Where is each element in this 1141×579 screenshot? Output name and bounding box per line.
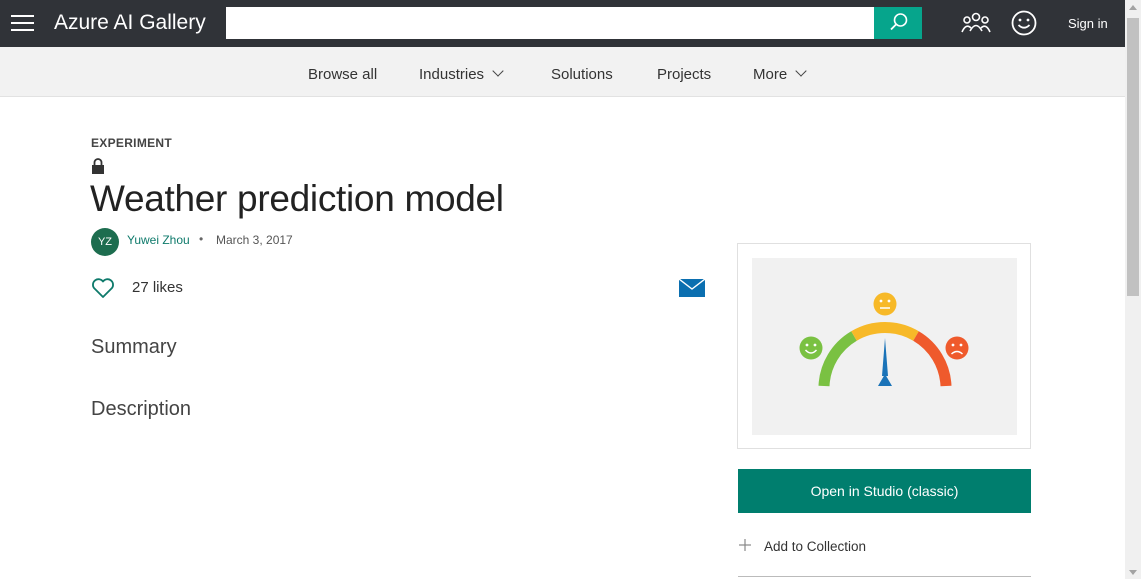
summary-heading: Summary bbox=[91, 336, 177, 358]
nav-projects[interactable]: Projects bbox=[657, 66, 711, 83]
happy-face-icon bbox=[799, 336, 823, 360]
heart-icon[interactable] bbox=[91, 277, 115, 299]
item-type-label: EXPERIMENT bbox=[91, 136, 173, 150]
neutral-face-icon bbox=[873, 292, 897, 316]
chevron-down-icon bbox=[492, 65, 504, 77]
description-heading: Description bbox=[91, 398, 192, 420]
lock-icon bbox=[92, 158, 104, 174]
sign-in-link[interactable]: Sign in bbox=[1068, 16, 1108, 31]
community-icon[interactable] bbox=[961, 10, 991, 36]
search-icon bbox=[890, 13, 908, 31]
search-input[interactable] bbox=[226, 7, 874, 39]
open-in-studio-button[interactable]: Open in Studio (classic) bbox=[738, 469, 1031, 513]
author-link[interactable]: Yuwei Zhou bbox=[127, 233, 190, 247]
nav-more[interactable]: More bbox=[753, 65, 807, 83]
top-bar: Azure AI Gallery Sign in bbox=[0, 0, 1125, 47]
publish-date: March 3, 2017 bbox=[216, 233, 293, 247]
nav-more-label: More bbox=[753, 66, 788, 83]
page-title: Weather prediction model bbox=[90, 178, 504, 219]
sentiment-gauge-illustration bbox=[799, 292, 969, 387]
thumbnail-image bbox=[752, 258, 1017, 435]
nav-solutions-label: Solutions bbox=[551, 66, 613, 83]
brand-title[interactable]: Azure AI Gallery bbox=[54, 11, 206, 35]
feedback-smile-icon[interactable] bbox=[1010, 9, 1038, 37]
scroll-up-arrow-icon[interactable] bbox=[1129, 5, 1137, 10]
nav-projects-label: Projects bbox=[657, 66, 712, 83]
nav-industries-label: Industries bbox=[419, 66, 485, 83]
chevron-down-icon bbox=[795, 65, 807, 77]
thumbnail-card bbox=[737, 243, 1031, 449]
nav-solutions[interactable]: Solutions bbox=[551, 66, 613, 83]
plus-icon[interactable] bbox=[738, 538, 752, 552]
search-button[interactable] bbox=[874, 7, 922, 39]
menu-icon[interactable] bbox=[11, 14, 34, 32]
scroll-down-arrow-icon[interactable] bbox=[1129, 570, 1137, 575]
nav-browse-all[interactable]: Browse all bbox=[308, 66, 377, 83]
meta-separator: • bbox=[199, 232, 204, 246]
add-to-collection-button[interactable]: Add to Collection bbox=[764, 539, 866, 554]
scrollbar-thumb[interactable] bbox=[1127, 18, 1139, 296]
likes-count: 27 likes bbox=[132, 279, 183, 296]
sad-face-icon bbox=[945, 336, 969, 360]
divider bbox=[738, 576, 1031, 577]
nav-industries[interactable]: Industries bbox=[419, 65, 504, 83]
mail-icon[interactable] bbox=[679, 279, 705, 297]
avatar[interactable]: YZ bbox=[91, 228, 119, 256]
nav-browse-all-label: Browse all bbox=[308, 66, 378, 83]
nav-bar: Browse all Industries Solutions Projects… bbox=[0, 47, 1125, 97]
